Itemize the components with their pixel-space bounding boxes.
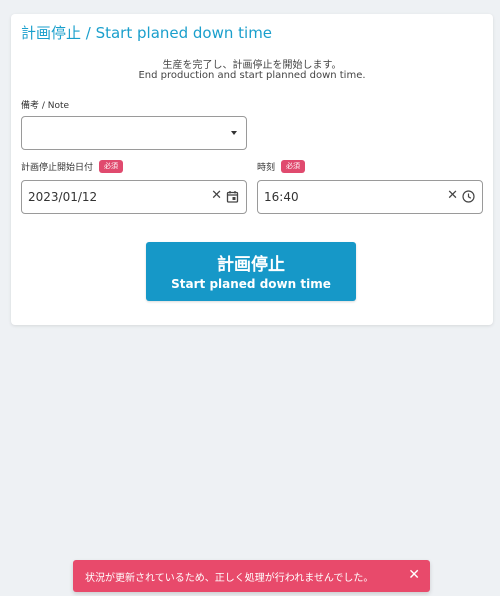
date-label-text: 計画停止開始日付 bbox=[21, 163, 94, 173]
note-label: 備考 / Note bbox=[21, 98, 69, 111]
required-badge: 必須 bbox=[281, 160, 306, 173]
close-icon[interactable]: ✕ bbox=[408, 568, 420, 582]
start-planned-downtime-button[interactable]: 計画停止 Start planed down time bbox=[146, 242, 356, 301]
required-badge: 必須 bbox=[99, 160, 124, 173]
clock-icon[interactable] bbox=[462, 190, 475, 203]
description-en: End production and start planned down ti… bbox=[138, 70, 366, 81]
dialog-title: 計画停止 / Start planed down time bbox=[21, 24, 273, 42]
date-input[interactable]: 2023/01/12 ✕ bbox=[21, 180, 247, 214]
button-label-en: Start planed down time bbox=[171, 277, 331, 291]
time-input-value: 16:40 bbox=[264, 190, 299, 204]
page: 計画停止 / Start planed down time 生産を完了し、計画停… bbox=[0, 0, 500, 596]
note-select[interactable] bbox=[21, 116, 247, 150]
time-input[interactable]: 16:40 ✕ bbox=[257, 180, 483, 214]
dropdown-arrow-icon[interactable] bbox=[231, 131, 237, 135]
error-toast: 状況が更新されているため、正しく処理が行われませんでした。 ✕ bbox=[73, 560, 430, 592]
clear-icon[interactable]: ✕ bbox=[211, 189, 222, 203]
calendar-icon[interactable] bbox=[226, 190, 239, 203]
clear-icon[interactable]: ✕ bbox=[447, 189, 458, 203]
button-label-jp: 計画停止 bbox=[217, 255, 285, 275]
planned-downtime-dialog: 計画停止 / Start planed down time 生産を完了し、計画停… bbox=[11, 14, 493, 325]
description-jp: 生産を完了し、計画停止を開始します。 bbox=[162, 60, 342, 71]
time-label: 時刻 必須 bbox=[257, 160, 306, 173]
time-label-text: 時刻 bbox=[257, 163, 276, 173]
date-input-value: 2023/01/12 bbox=[28, 190, 98, 204]
toast-message: 状況が更新されているため、正しく処理が行われませんでした。 bbox=[85, 573, 374, 584]
note-label-text: 備考 / Note bbox=[21, 101, 70, 111]
date-label: 計画停止開始日付 必須 bbox=[21, 160, 124, 173]
